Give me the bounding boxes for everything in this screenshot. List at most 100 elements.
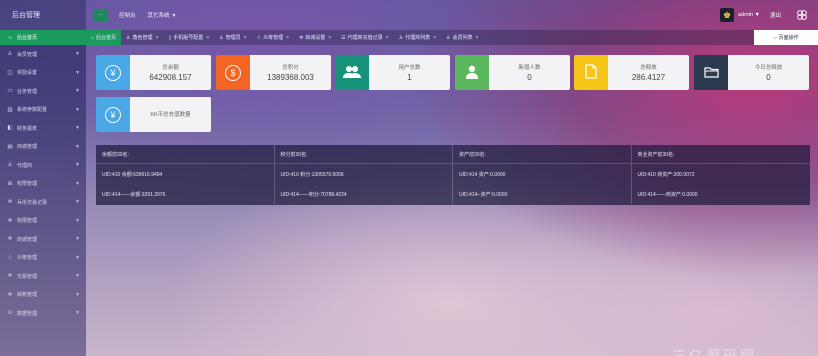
table-cell: UID:414——积分:70788.4224: [275, 184, 453, 204]
stat-card: $ 总积分 1389368.003: [216, 55, 331, 90]
chevron-down-icon: ▼: [75, 254, 80, 261]
users-icon: ♙: [126, 34, 131, 41]
gear-icon: ✲: [7, 273, 13, 280]
user-menu[interactable]: admin ▼: [738, 12, 760, 18]
stat-card: 用户总数 1: [335, 55, 450, 90]
stat-value: 1389368.003: [267, 73, 314, 82]
sidebar-item[interactable]: ✲ 权限管理 ▼: [0, 212, 86, 231]
gear-icon: ✲: [7, 291, 13, 298]
top-nav: ··· 控制台 其它系统 ▼: [94, 9, 177, 21]
sidebar-item[interactable]: ⊞ 权限管理 ▼: [0, 175, 86, 194]
close-icon[interactable]: ×: [386, 35, 389, 41]
sidebar-item[interactable]: ◧ 财务报表 ▼: [0, 119, 86, 138]
page-operations-button[interactable]: ⌵ 页面操作: [754, 30, 818, 45]
sidebar-item-label: 奖励设置: [17, 70, 38, 77]
sidebar-item[interactable]: ♙ 会员管理 ▼: [0, 45, 86, 64]
tab-label: 商城设置: [305, 35, 326, 41]
close-icon[interactable]: ×: [328, 35, 331, 41]
tab-label: 后台首页: [96, 35, 117, 41]
tab-label: 管理员: [225, 35, 241, 41]
gear-icon: ✲: [299, 34, 304, 41]
stat-value: 1: [407, 73, 412, 82]
tab[interactable]: ♧ 众筹管理 ×: [252, 30, 294, 45]
user-icon: ♙: [219, 34, 224, 41]
sidebar-item[interactable]: ♙ 代理商 ▼: [0, 156, 86, 175]
chevron-down-icon: ▼: [75, 143, 80, 150]
tab[interactable]: ▯ 手机版号配置 ×: [163, 30, 214, 45]
logout-link[interactable]: 退出: [770, 11, 781, 19]
skin-settings-icon[interactable]: [795, 9, 808, 22]
file-icon: [585, 64, 597, 81]
panel-header-row: 余额前30名: 积分前30名: 资产前30名: 商业资产前30名:: [96, 145, 810, 164]
panel-header: 余额前30名:: [96, 145, 275, 163]
sidebar-item-label: 权限管理: [17, 218, 38, 225]
tab[interactable]: ☰ 代理商充值记录 ×: [336, 30, 393, 45]
top-bar: 后台管理 ··· 控制台 其它系统 ▼ ♚ admin ▼ 退出: [0, 0, 818, 30]
sidebar-item[interactable]: ✲ 转账管理 ▼: [0, 286, 86, 305]
sidebar-item-label: 权限管理: [17, 181, 38, 188]
yen-icon: ¥: [105, 106, 121, 123]
table-cell: UID:414——商资产:0.0000: [637, 191, 698, 198]
chevron-down-icon: ▼: [75, 69, 80, 76]
chevron-down-icon: ⌵: [773, 34, 778, 41]
user-icon: ♙: [7, 51, 13, 58]
stat-label: 总余额: [162, 65, 179, 71]
table-cell: UID:414——余额:3291.2076: [96, 184, 275, 204]
table-row: UID:410 余额:639616.9494 UID:410 积分:1305579…: [96, 164, 810, 184]
nav-console[interactable]: 控制台: [119, 11, 136, 19]
table-cell: UID:410 积分:1305579.5006: [275, 164, 453, 184]
sidebar-item[interactable]: ▥ 系统参数配置 ▼: [0, 101, 86, 120]
tab[interactable]: ♙ 管理员 ×: [214, 30, 251, 45]
gear-icon: ✲: [7, 236, 13, 243]
chevron-down-icon: ▼: [75, 180, 80, 187]
stat-card: 新增人数 0: [455, 55, 570, 90]
stat-value: 0: [527, 73, 532, 82]
sidebar-item[interactable]: ♧ 众筹管理 ▼: [0, 249, 86, 268]
chevron-down-icon: ▼: [75, 236, 80, 243]
tab[interactable]: ♙ 会员列表 ×: [441, 30, 483, 45]
close-icon[interactable]: ×: [433, 35, 436, 41]
nav-other-systems[interactable]: 其它系统 ▼: [148, 11, 177, 19]
stat-value: 642908.157: [149, 73, 192, 82]
close-icon[interactable]: ×: [244, 35, 247, 41]
tab-label: 会员列表: [452, 35, 473, 41]
phone-icon: ▯: [168, 34, 172, 41]
sidebar-item[interactable]: ✲ 兵币交易记录 ▼: [0, 193, 86, 212]
menu-dots-icon[interactable]: ···: [94, 9, 107, 21]
close-icon[interactable]: ×: [206, 35, 209, 41]
chart-icon: ▥: [7, 106, 13, 113]
tab[interactable]: ⌂ 后台首页: [86, 30, 122, 45]
shop-icon: ▤: [7, 143, 13, 150]
sidebar-item-label: 转账管理: [17, 292, 38, 299]
sidebar-item[interactable]: ▭ 业务管理 ▼: [0, 82, 86, 101]
tab[interactable]: ♙ 角色管理 ×: [121, 30, 163, 45]
user-icon: [465, 65, 479, 81]
tab[interactable]: ♙ 代理商列表 ×: [394, 30, 441, 45]
avatar[interactable]: ♚: [720, 8, 735, 22]
panel-header: 资产前30名:: [453, 145, 632, 163]
sidebar-item[interactable]: ✲ 商城管理 ▼: [0, 230, 86, 249]
sidebar-item[interactable]: ▤ 商城管理 ▼: [0, 138, 86, 157]
tab[interactable]: ✲ 商城设置 ×: [294, 30, 336, 45]
tab-label: 众筹管理: [263, 35, 284, 41]
stat-value: 0: [766, 73, 771, 82]
close-icon[interactable]: ×: [286, 35, 289, 41]
close-icon[interactable]: ×: [156, 35, 159, 41]
close-icon[interactable]: ×: [476, 35, 479, 41]
stat-card: 总释放 286.4127: [574, 55, 689, 90]
sidebar-item-label: 商城管理: [17, 236, 38, 243]
sidebar-item[interactable]: ⌂ 后台首页: [0, 30, 86, 45]
watermark: 三亿源码网: [672, 348, 757, 356]
gift-icon: ◫: [7, 69, 13, 76]
table-cell: UID:414 资产:0.0000: [453, 164, 632, 184]
chevron-down-icon: ▼: [171, 13, 177, 19]
sidebar-item-label: 后台首页: [17, 35, 38, 41]
sidebar-item[interactable]: ◫ 奖励设置 ▼: [0, 64, 86, 83]
chevron-down-icon: ▼: [75, 291, 80, 298]
sidebar-item[interactable]: ⊙ 数据管理 ▼: [0, 304, 86, 323]
circle-gear-icon: ⊙: [7, 310, 13, 317]
sidebar-item[interactable]: ✲ 交易管理 ▼: [0, 267, 86, 286]
sidebar-item-label: 代理商: [17, 162, 33, 169]
chevron-down-icon: ▼: [75, 88, 80, 95]
member-icon: ♙: [446, 34, 451, 41]
